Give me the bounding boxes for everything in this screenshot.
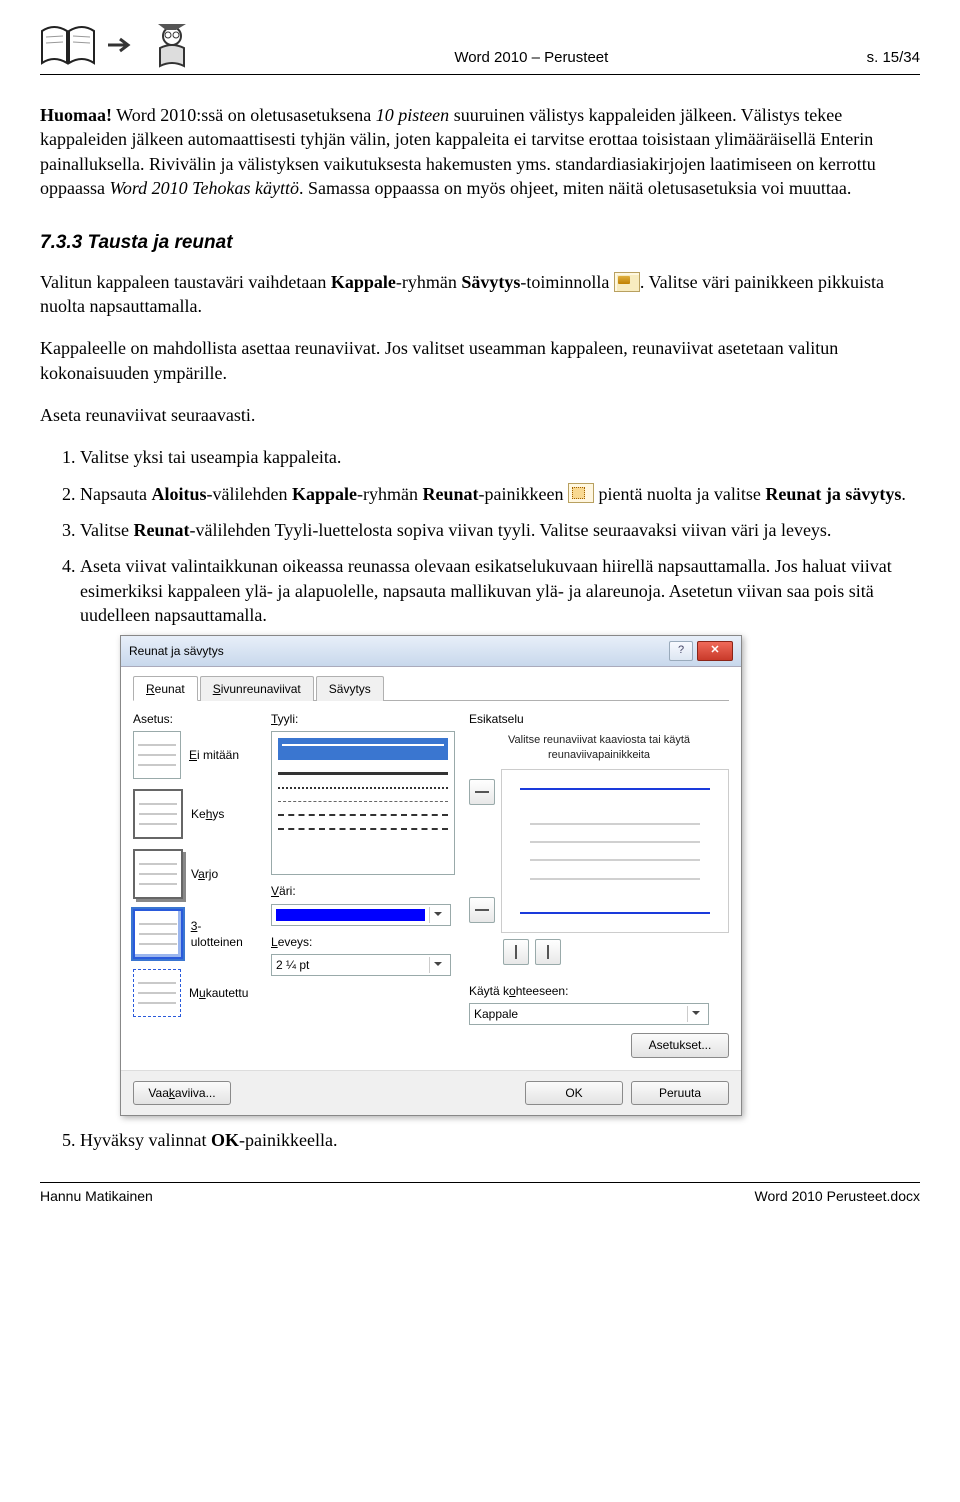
preview-column: Esikatselu Valitse reunaviivat kaaviosta…: [469, 711, 729, 1057]
style-option[interactable]: [278, 801, 448, 802]
section-heading: 7.3.3 Tausta ja reunat: [40, 230, 920, 256]
step-2: Napsauta Aloitus-välilehden Kappale-ryhm…: [80, 482, 920, 506]
tab-sivunreunaviivat[interactable]: Sivunreunaviivat: [200, 676, 314, 701]
close-button[interactable]: ✕: [697, 641, 733, 661]
asetus-column: Asetus: Ei mitään Kehys: [133, 711, 253, 1057]
asetus-thumb-shadow: [133, 849, 183, 899]
asetus-ei-mitaan[interactable]: Ei mitään: [133, 731, 253, 779]
dialog-title: Reunat ja sävytys: [129, 643, 224, 659]
asetus-thumb-none: [133, 731, 181, 779]
help-button[interactable]: ?: [669, 641, 693, 661]
apply-to-value: Kappale: [474, 1006, 518, 1022]
width-value: 2 ¼ pt: [276, 957, 309, 973]
style-option[interactable]: [278, 772, 448, 775]
asetus-label: Asetus:: [133, 711, 253, 727]
preview-canvas[interactable]: [501, 769, 729, 933]
step-4: Aseta viivat valintaikkunan oikeassa reu…: [80, 554, 920, 1116]
style-option[interactable]: [278, 787, 448, 789]
chevron-down-icon: [429, 957, 446, 973]
student-icon: [148, 20, 196, 70]
header-page-number: s. 15/34: [867, 48, 920, 68]
preview-bottom-border-button[interactable]: [469, 897, 495, 923]
preview-instructions: Valitse reunaviivat kaaviosta tai käytä …: [489, 733, 709, 763]
preview-left-border-button[interactable]: [503, 939, 529, 965]
header-title: Word 2010 – Perusteet: [196, 48, 867, 68]
tab-savytys[interactable]: Sävytys: [316, 676, 384, 701]
asetus-varjo[interactable]: Varjo: [133, 849, 253, 899]
preview-right-border-button[interactable]: [535, 939, 561, 965]
page-footer: Hannu Matikainen Word 2010 Perusteet.doc…: [40, 1182, 920, 1206]
apply-to-combo[interactable]: Kappale: [469, 1003, 709, 1025]
asetus-3d[interactable]: 3-ulotteinen: [133, 909, 253, 959]
lead-huomaa: Huomaa!: [40, 105, 112, 125]
style-option[interactable]: [278, 738, 448, 760]
footer-filename: Word 2010 Perusteet.docx: [754, 1187, 920, 1206]
style-option[interactable]: [278, 814, 448, 816]
horizontal-line-button[interactable]: Vaakaviiva...: [133, 1081, 231, 1105]
tab-reunat[interactable]: Reunat: [133, 676, 198, 701]
asetus-mukautettu[interactable]: Mukautettu: [133, 969, 253, 1017]
dialog-footer: Vaakaviiva... OK Peruuta: [121, 1070, 741, 1115]
chevron-down-icon: [687, 1006, 704, 1022]
paragraph-reunaviivat: Kappaleelle on mahdollista asettaa reuna…: [40, 336, 920, 385]
color-combo[interactable]: [271, 904, 451, 926]
cancel-button[interactable]: Peruuta: [631, 1081, 729, 1105]
step-1: Valitse yksi tai useampia kappaleita.: [80, 445, 920, 469]
style-listbox[interactable]: [271, 731, 455, 875]
book-icon: [40, 23, 96, 67]
paragraph-tausta: Valitun kappaleen taustaväri vaihdetaan …: [40, 270, 920, 319]
color-swatch: [276, 909, 425, 921]
style-option[interactable]: [278, 828, 448, 830]
options-button[interactable]: Asetukset...: [631, 1033, 729, 1057]
dialog-tabs: Reunat Sivunreunaviivat Sävytys: [133, 675, 729, 701]
asetus-thumb-box: [133, 789, 183, 839]
dialog-titlebar: Reunat ja sävytys ? ✕: [121, 636, 741, 667]
paragraph-huomaa: Huomaa! Word 2010:ssä on oletusasetuksen…: [40, 103, 920, 200]
footer-author: Hannu Matikainen: [40, 1187, 153, 1206]
preview-top-border-button[interactable]: [469, 779, 495, 805]
borders-icon: [568, 483, 594, 503]
preview-top-line: [520, 788, 710, 790]
borders-shading-dialog: Reunat ja sävytys ? ✕ Reunat Sivunreunav…: [120, 635, 742, 1116]
shading-icon: [614, 272, 640, 292]
arrow-icon: [106, 35, 138, 55]
asetus-kehys[interactable]: Kehys: [133, 789, 253, 839]
style-column: Tyyli: Väri:: [271, 711, 451, 1057]
width-combo[interactable]: 2 ¼ pt: [271, 954, 451, 976]
chevron-down-icon: [429, 907, 446, 923]
paragraph-aseta: Aseta reunaviivat seuraavasti.: [40, 403, 920, 427]
header-icons: [40, 20, 196, 70]
preview-bottom-line: [520, 912, 710, 914]
steps-list: Valitse yksi tai useampia kappaleita. Na…: [40, 445, 920, 1152]
asetus-thumb-3d: [133, 909, 183, 959]
asetus-thumb-custom: [133, 969, 181, 1017]
step-3: Valitse Reunat-välilehden Tyyli-luettelo…: [80, 518, 920, 542]
ok-button[interactable]: OK: [525, 1081, 623, 1105]
page-header: Word 2010 – Perusteet s. 15/34: [40, 20, 920, 75]
preview-label: Esikatselu: [469, 711, 729, 727]
step-5: Hyväksy valinnat OK-painikkeella.: [80, 1128, 920, 1152]
